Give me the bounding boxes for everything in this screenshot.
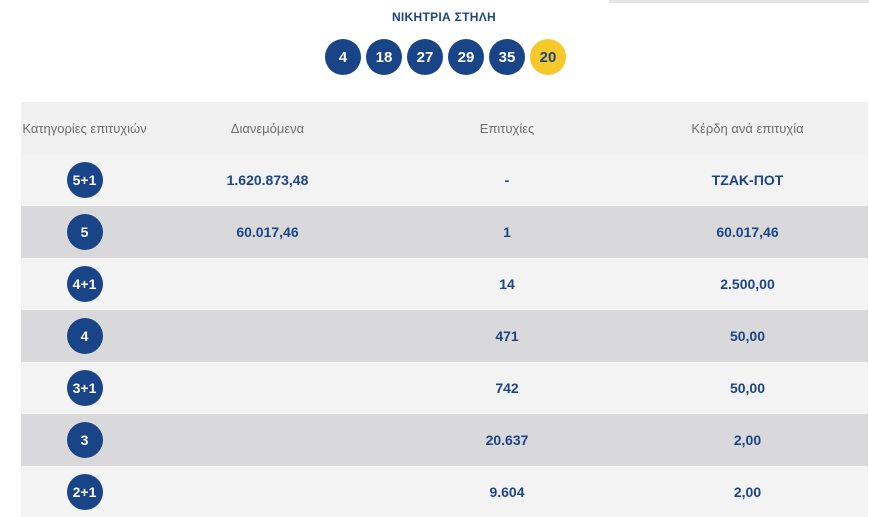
- winners-cell: 9.604: [489, 484, 525, 500]
- table-row: 3 20.637 2,00: [21, 414, 868, 466]
- distributed-cell: 60.017,46: [236, 224, 299, 240]
- header-distributed: Διανεμόμενα: [230, 120, 305, 136]
- category-badge: 3: [66, 422, 103, 458]
- distributed-cell: [148, 362, 387, 414]
- winning-number-ball: 35: [489, 39, 525, 75]
- winning-numbers: 4 18 27 29 35 20: [325, 39, 566, 75]
- winning-number-ball: 29: [448, 39, 484, 75]
- table-header: Κατηγορίες επιτυχιών Διανεμόμενα Επιτυχί…: [21, 102, 868, 154]
- category-badge: 4+1: [66, 266, 103, 302]
- prize-cell: 2,00: [733, 484, 762, 500]
- table-row: 2+1 9.604 2,00: [21, 466, 868, 517]
- distributed-cell: 1.620.873,48: [226, 172, 309, 188]
- winners-cell: 20.637: [485, 432, 529, 448]
- winning-column-title: ΝΙΚΗΤΡΙΑ ΣΤΗΛΗ: [391, 10, 497, 24]
- prize-cell: 2.500,00: [720, 276, 775, 292]
- table-row: 3+1 742 50,00: [21, 362, 868, 414]
- distributed-cell: [148, 466, 387, 517]
- top-divider: [609, 0, 869, 3]
- winning-number-ball: 18: [366, 39, 402, 75]
- table-body: 5+1 1.620.873,48 - ΤΖΑΚ-ΠΟΤ 5 60.017,46 …: [21, 154, 868, 517]
- winners-cell: 14: [499, 276, 515, 292]
- distributed-cell: [148, 258, 387, 310]
- winners-cell: 471: [495, 328, 519, 344]
- table-row: 5+1 1.620.873,48 - ΤΖΑΚ-ΠΟΤ: [21, 154, 868, 206]
- prize-cell: 2,00: [733, 432, 762, 448]
- header-winners: Επιτυχίες: [479, 120, 535, 136]
- table-row: 4 471 50,00: [21, 310, 868, 362]
- prize-cell: 60.017,46: [716, 224, 779, 240]
- winners-cell: 1: [503, 224, 511, 240]
- category-badge: 2+1: [66, 474, 103, 510]
- bonus-number-ball: 20: [530, 39, 566, 75]
- prize-cell: ΤΖΑΚ-ΠΟΤ: [711, 172, 784, 188]
- table-row: 5 60.017,46 1 60.017,46: [21, 206, 868, 258]
- prize-cell: 50,00: [729, 328, 766, 344]
- distributed-cell: [148, 414, 387, 466]
- header-categories: Κατηγορίες επιτυχιών: [22, 120, 147, 136]
- results-page: ΝΙΚΗΤΡΙΑ ΣΤΗΛΗ 4 18 27 29 35 20 Κατηγορί…: [0, 0, 869, 517]
- winners-cell: 742: [495, 380, 519, 396]
- category-badge: 3+1: [66, 370, 103, 406]
- table-row: 4+1 14 2.500,00: [21, 258, 868, 310]
- prize-table: Κατηγορίες επιτυχιών Διανεμόμενα Επιτυχί…: [21, 102, 868, 517]
- category-badge: 5+1: [66, 162, 103, 198]
- distributed-cell: [148, 310, 387, 362]
- prize-cell: 50,00: [729, 380, 766, 396]
- winners-cell: -: [504, 172, 510, 188]
- winning-number-ball: 4: [325, 39, 361, 75]
- category-badge: 5: [66, 214, 103, 250]
- header-prize-per-winner: Κέρδη ανά επιτυχία: [691, 120, 804, 136]
- category-badge: 4: [66, 318, 103, 354]
- winning-number-ball: 27: [407, 39, 443, 75]
